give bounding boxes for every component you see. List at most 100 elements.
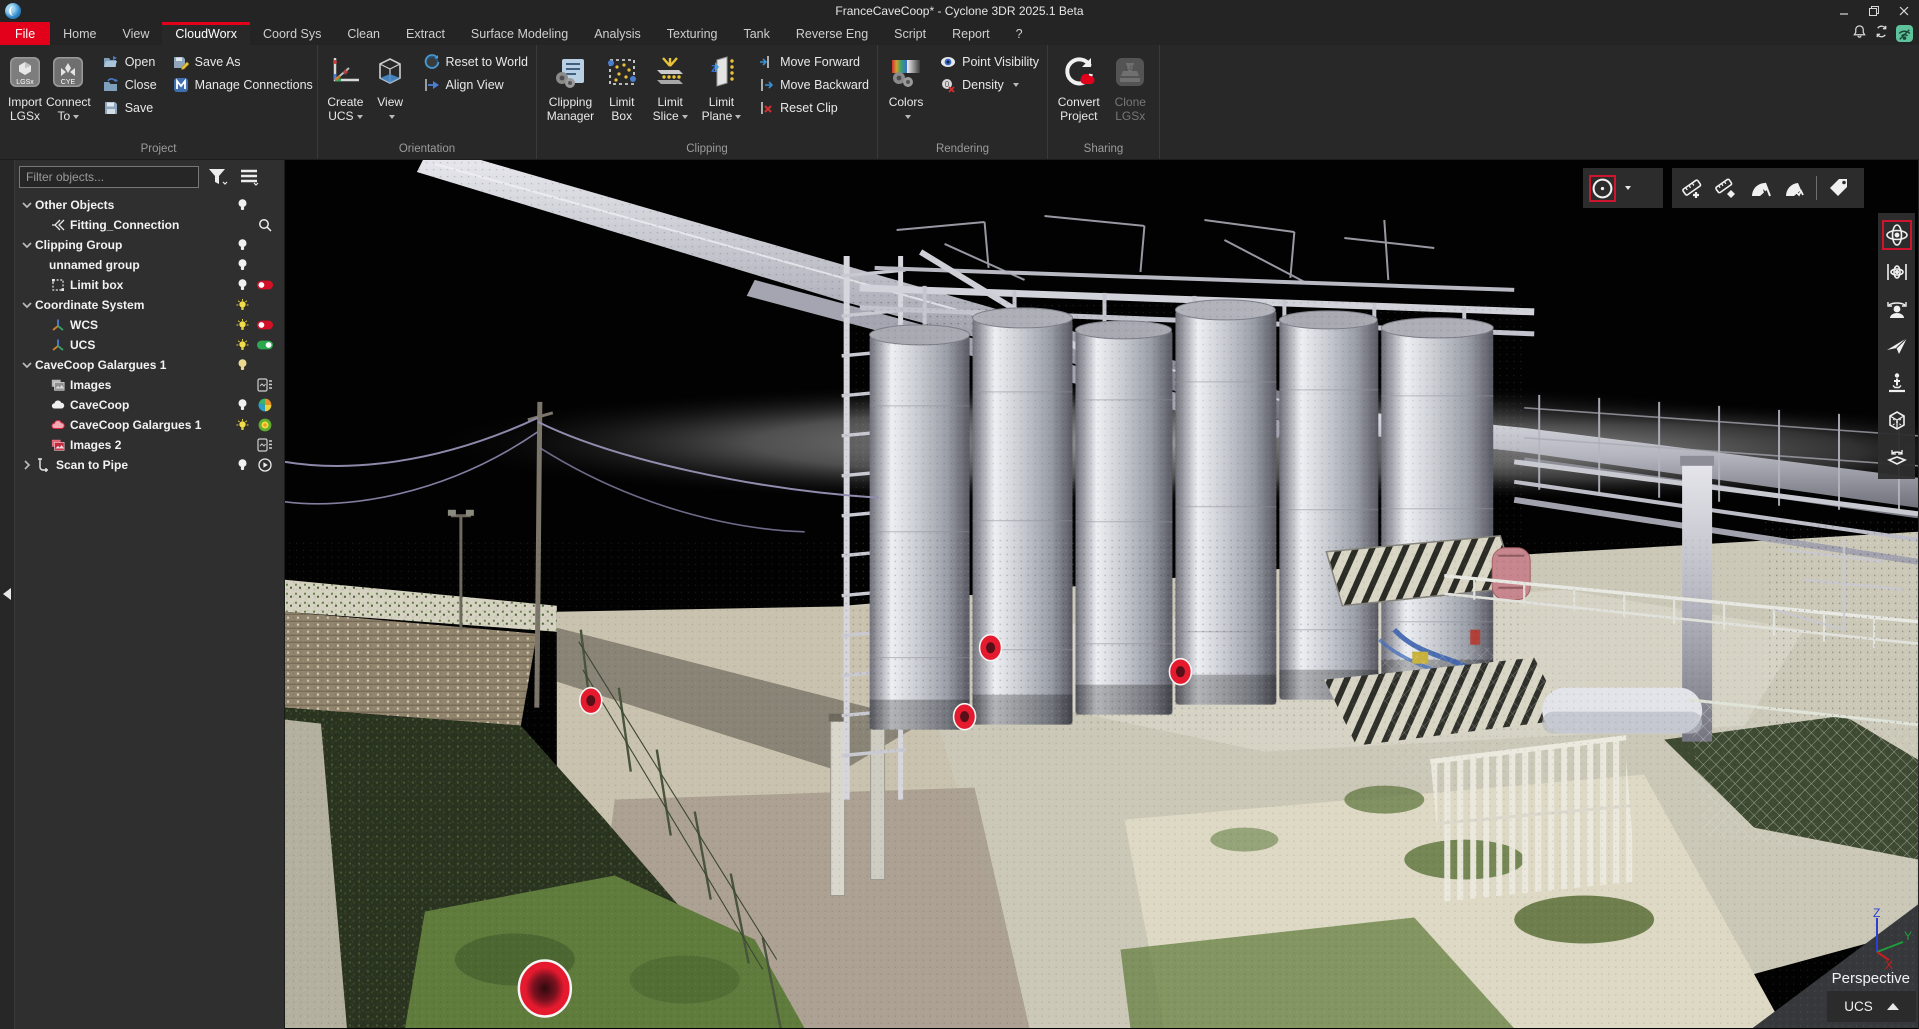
density-button[interactable]: 0 Density: [936, 73, 1043, 96]
create-ucs-button[interactable]: Create UCS: [324, 50, 367, 123]
chevron-down-icon[interactable]: [1625, 186, 1631, 190]
menu-tab-surface-modeling[interactable]: Surface Modeling: [458, 22, 581, 45]
donut-icon[interactable]: [252, 418, 278, 432]
sidebar-collapse-strip[interactable]: [0, 160, 15, 1029]
connect-to-button[interactable]: CYE Connect To: [46, 50, 91, 123]
view-button[interactable]: View: [369, 50, 412, 123]
angle-wave-measure-icon[interactable]: [1782, 176, 1806, 200]
tree-item-unnamed-group[interactable]: unnamed group: [15, 255, 284, 275]
collapse-sidebar-icon[interactable]: [3, 588, 11, 600]
tree-item-ucs[interactable]: UCS: [15, 335, 284, 355]
menu-tab-analysis[interactable]: Analysis: [581, 22, 654, 45]
pie-icon[interactable]: [252, 398, 278, 412]
visibility-bulb-icon[interactable]: [232, 198, 252, 212]
tree-item-limit-box[interactable]: Limit box: [15, 275, 284, 295]
reset-to-world-button[interactable]: Reset to World: [420, 50, 532, 73]
menu-tab-texturing[interactable]: Texturing: [654, 22, 731, 45]
tree-item-fitting-connection[interactable]: Fitting_Connection: [15, 215, 284, 235]
chevron-down-icon[interactable]: [19, 200, 35, 210]
menu-tab--[interactable]: ?: [1003, 22, 1036, 45]
save-button[interactable]: Save: [99, 96, 161, 119]
tree-item-wcs[interactable]: WCS: [15, 315, 284, 335]
geotag-marker[interactable]: [519, 960, 571, 1016]
menu-tab-tank[interactable]: Tank: [730, 22, 782, 45]
move-backward-button[interactable]: Move Backward: [754, 73, 873, 96]
constrained-orbit-tool[interactable]: [1882, 257, 1912, 287]
tree-item-scan-to-pipe[interactable]: Scan to Pipe: [15, 455, 284, 475]
visibility-bulb-icon[interactable]: [232, 298, 252, 312]
walk-tool[interactable]: [1882, 368, 1912, 398]
circle-selection-tool[interactable]: [1589, 175, 1616, 202]
close-project-button[interactable]: Close: [99, 73, 161, 96]
measure-point-icon[interactable]: [1714, 176, 1738, 200]
visibility-bulb-icon[interactable]: [232, 318, 252, 332]
chevron-down-icon[interactable]: [19, 360, 35, 370]
menu-tab-file[interactable]: File: [0, 22, 50, 45]
menu-tab-script[interactable]: Script: [881, 22, 939, 45]
play-icon[interactable]: [252, 458, 278, 472]
move-forward-button[interactable]: Move Forward: [754, 50, 873, 73]
visibility-bulb-icon[interactable]: [232, 278, 252, 292]
colors-button[interactable]: Colors: [884, 50, 928, 123]
menu-tab-extract[interactable]: Extract: [393, 22, 458, 45]
visibility-bulb-icon[interactable]: [232, 398, 252, 412]
sync-icon[interactable]: [1874, 24, 1889, 44]
fly-tool[interactable]: [1882, 331, 1912, 361]
open-button[interactable]: Open: [99, 50, 161, 73]
visibility-bulb-icon[interactable]: [232, 258, 252, 272]
filter-funnel-button[interactable]: [205, 165, 231, 189]
orbit-tool[interactable]: [1882, 220, 1912, 250]
menu-tab-coord-sys[interactable]: Coord Sys: [250, 22, 334, 45]
limit-box-button[interactable]: Limit Box: [600, 50, 644, 123]
tree-item-coordinate-system[interactable]: Coordinate System: [15, 295, 284, 315]
3d-viewport[interactable]: Z Y X Perspective UCS: [285, 160, 1918, 1029]
visibility-bulb-icon[interactable]: [232, 238, 252, 252]
toggle-off-icon[interactable]: [252, 278, 278, 292]
chevron-right-icon[interactable]: [19, 460, 35, 470]
limit-slice-button[interactable]: Limit Slice: [646, 50, 695, 123]
menu-tab-clean[interactable]: Clean: [334, 22, 393, 45]
menu-tab-cloudworx[interactable]: CloudWorx: [162, 22, 250, 45]
tree-item-images[interactable]: Images: [15, 375, 284, 395]
zoom-box-tool[interactable]: [1882, 405, 1912, 435]
save-as-button[interactable]: Save As: [169, 50, 317, 73]
menu-tab-report[interactable]: Report: [939, 22, 1003, 45]
tree-menu-button[interactable]: [237, 165, 263, 189]
tag-icon[interactable]: [1827, 176, 1851, 200]
minimize-button[interactable]: [1829, 0, 1859, 22]
convert-project-button[interactable]: Convert Project: [1054, 50, 1104, 123]
toggle-on-icon[interactable]: [252, 338, 278, 352]
geotag-marker[interactable]: [580, 688, 602, 714]
point-visibility-button[interactable]: Point Visibility: [936, 50, 1043, 73]
close-button[interactable]: [1889, 0, 1919, 22]
geotag-marker[interactable]: [1169, 659, 1191, 685]
visibility-bulb-icon[interactable]: [232, 358, 252, 372]
tree-item-cavecoop-galargues-1[interactable]: CaveCoop Galargues 1: [15, 355, 284, 375]
connection-status-icon[interactable]: [1896, 25, 1913, 42]
panel-icon[interactable]: [252, 378, 278, 392]
panel-icon[interactable]: [252, 438, 278, 452]
angle-measure-icon[interactable]: [1748, 176, 1772, 200]
look-around-tool[interactable]: [1882, 294, 1912, 324]
geotag-marker[interactable]: [954, 704, 976, 730]
magnifier-icon[interactable]: [252, 218, 278, 232]
menu-tab-reverse-eng[interactable]: Reverse Eng: [783, 22, 881, 45]
tree-item-cavecoop-galargues-1[interactable]: CaveCoop Galargues 1: [15, 415, 284, 435]
tree-item-cavecoop[interactable]: CaveCoop: [15, 395, 284, 415]
geotag-marker[interactable]: [980, 635, 1002, 661]
visibility-bulb-icon[interactable]: [232, 338, 252, 352]
menu-tab-view[interactable]: View: [110, 22, 163, 45]
notifications-bell-icon[interactable]: [1852, 24, 1867, 44]
menu-tab-home[interactable]: Home: [50, 22, 109, 45]
coordinate-system-button[interactable]: UCS: [1827, 991, 1916, 1022]
clipping-manager-button[interactable]: Clipping Manager: [543, 50, 598, 123]
tree-item-other-objects[interactable]: Other Objects: [15, 195, 284, 215]
reset-clip-button[interactable]: Reset Clip: [754, 96, 873, 119]
visibility-bulb-icon[interactable]: [232, 458, 252, 472]
toggle-off-icon[interactable]: [252, 318, 278, 332]
tree-item-clipping-group[interactable]: Clipping Group: [15, 235, 284, 255]
turntable-tool[interactable]: [1882, 441, 1912, 471]
limit-plane-button[interactable]: z Limit Plane: [697, 50, 746, 123]
visibility-bulb-icon[interactable]: [232, 418, 252, 432]
restore-button[interactable]: [1859, 0, 1889, 22]
